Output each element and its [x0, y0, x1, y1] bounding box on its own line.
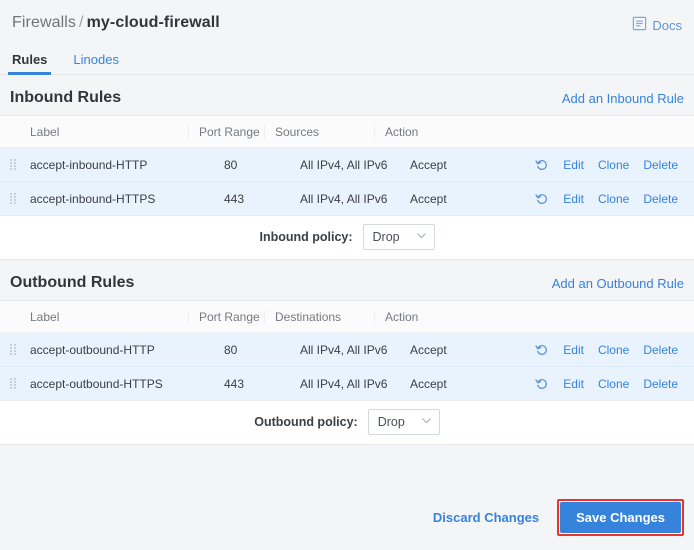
- drag-handle-icon[interactable]: [0, 344, 26, 355]
- outbound-title: Outbound Rules: [10, 274, 135, 291]
- docs-link[interactable]: Docs: [632, 14, 682, 34]
- save-changes-button[interactable]: Save Changes: [560, 502, 681, 533]
- inbound-policy-row: Inbound policy: Drop: [0, 216, 694, 260]
- tab-bar: Rules Linodes: [0, 48, 694, 75]
- column-header-label: Label: [30, 309, 60, 324]
- delete-rule-button[interactable]: Delete: [643, 343, 678, 357]
- rule-tools: Edit Clone Delete: [486, 377, 694, 391]
- inbound-policy-label: Inbound policy:: [259, 230, 353, 244]
- column-header-port-range: Port Range: [188, 309, 264, 324]
- rule-label: accept-outbound-HTTP: [30, 342, 155, 357]
- outbound-policy-value: Drop: [377, 415, 405, 429]
- outbound-policy-label: Outbound policy:: [254, 415, 358, 429]
- table-row[interactable]: accept-outbound-HTTPS 443 All IPv4, All …: [0, 366, 694, 400]
- drag-handle-icon[interactable]: [0, 378, 26, 389]
- chevron-down-icon: [416, 230, 427, 244]
- edit-rule-button[interactable]: Edit: [563, 343, 584, 357]
- outbound-table-header-row: Label Port Range Destinations Action: [0, 301, 694, 333]
- inbound-rules-table: Label Port Range Sources Action accept-i…: [0, 115, 694, 216]
- tab-rules[interactable]: Rules: [7, 52, 52, 75]
- delete-rule-button[interactable]: Delete: [643, 377, 678, 391]
- clone-rule-button[interactable]: Clone: [598, 192, 629, 206]
- outbound-rules-table: Label Port Range Destinations Action acc…: [0, 300, 694, 401]
- rule-action: Accept: [410, 376, 447, 391]
- chevron-down-icon: [421, 415, 432, 429]
- rule-tools: Edit Clone Delete: [486, 343, 694, 357]
- page-header: Firewalls / my-cloud-firewall Docs: [0, 0, 694, 34]
- rule-action: Accept: [410, 157, 447, 172]
- delete-rule-button[interactable]: Delete: [643, 158, 678, 172]
- rule-port-range: 443: [224, 191, 245, 206]
- rule-port-range: 80: [224, 157, 238, 172]
- rule-label: accept-inbound-HTTP: [30, 157, 148, 172]
- inbound-rules-section: Inbound Rules Add an Inbound Rule Label …: [0, 89, 694, 260]
- breadcrumb: Firewalls / my-cloud-firewall: [12, 14, 220, 32]
- inbound-policy-value: Drop: [372, 230, 400, 244]
- clone-rule-button[interactable]: Clone: [598, 343, 629, 357]
- rule-tools: Edit Clone Delete: [486, 192, 694, 206]
- breadcrumb-root-link[interactable]: Firewalls: [12, 14, 76, 31]
- add-outbound-rule-button[interactable]: Add an Outbound Rule: [552, 276, 684, 291]
- undo-icon[interactable]: [535, 158, 549, 172]
- column-header-destinations: Destinations: [264, 309, 374, 324]
- save-button-highlight: Save Changes: [557, 499, 684, 536]
- outbound-rules-section: Outbound Rules Add an Outbound Rule Labe…: [0, 274, 694, 445]
- inbound-section-header: Inbound Rules Add an Inbound Rule: [0, 89, 694, 115]
- outbound-policy-row: Outbound policy: Drop: [0, 401, 694, 445]
- rule-action: Accept: [410, 191, 447, 206]
- rule-destinations: All IPv4, All IPv6: [300, 342, 388, 357]
- add-inbound-rule-button[interactable]: Add an Inbound Rule: [562, 91, 684, 106]
- clone-rule-button[interactable]: Clone: [598, 158, 629, 172]
- form-actions: Discard Changes Save Changes: [429, 499, 684, 536]
- inbound-title: Inbound Rules: [10, 89, 122, 106]
- rule-destinations: All IPv4, All IPv6: [300, 376, 388, 391]
- undo-icon[interactable]: [535, 343, 549, 357]
- rule-sources: All IPv4, All IPv6: [300, 191, 388, 206]
- delete-rule-button[interactable]: Delete: [643, 192, 678, 206]
- docs-label: Docs: [652, 17, 682, 33]
- undo-icon[interactable]: [535, 377, 549, 391]
- rule-label: accept-inbound-HTTPS: [30, 191, 156, 206]
- column-header-action: Action: [374, 309, 460, 324]
- outbound-section-header: Outbound Rules Add an Outbound Rule: [0, 274, 694, 300]
- breadcrumb-separator: /: [79, 14, 84, 31]
- document-icon: [632, 16, 647, 34]
- rule-action: Accept: [410, 342, 447, 357]
- edit-rule-button[interactable]: Edit: [563, 158, 584, 172]
- column-header-action: Action: [374, 124, 460, 139]
- outbound-policy-select[interactable]: Drop: [367, 409, 440, 435]
- column-header-label: Label: [30, 124, 60, 139]
- rule-sources: All IPv4, All IPv6: [300, 157, 388, 172]
- table-row[interactable]: accept-outbound-HTTP 80 All IPv4, All IP…: [0, 333, 694, 366]
- rule-label: accept-outbound-HTTPS: [30, 376, 163, 391]
- inbound-policy-select[interactable]: Drop: [362, 224, 435, 250]
- rule-tools: Edit Clone Delete: [486, 158, 694, 172]
- column-header-sources: Sources: [264, 124, 374, 139]
- table-row[interactable]: accept-inbound-HTTP 80 All IPv4, All IPv…: [0, 148, 694, 181]
- tab-linodes[interactable]: Linodes: [73, 52, 119, 74]
- discard-changes-button[interactable]: Discard Changes: [429, 504, 543, 531]
- undo-icon[interactable]: [535, 192, 549, 206]
- rule-port-range: 80: [224, 342, 238, 357]
- drag-handle-icon[interactable]: [0, 193, 26, 204]
- edit-rule-button[interactable]: Edit: [563, 377, 584, 391]
- table-row[interactable]: accept-inbound-HTTPS 443 All IPv4, All I…: [0, 181, 694, 215]
- edit-rule-button[interactable]: Edit: [563, 192, 584, 206]
- drag-handle-icon[interactable]: [0, 159, 26, 170]
- rule-port-range: 443: [224, 376, 245, 391]
- breadcrumb-current: my-cloud-firewall: [86, 14, 220, 31]
- inbound-table-header-row: Label Port Range Sources Action: [0, 116, 694, 148]
- column-header-port-range: Port Range: [188, 124, 264, 139]
- clone-rule-button[interactable]: Clone: [598, 377, 629, 391]
- firewall-rules-page: Firewalls / my-cloud-firewall Docs Rules L…: [0, 0, 694, 550]
